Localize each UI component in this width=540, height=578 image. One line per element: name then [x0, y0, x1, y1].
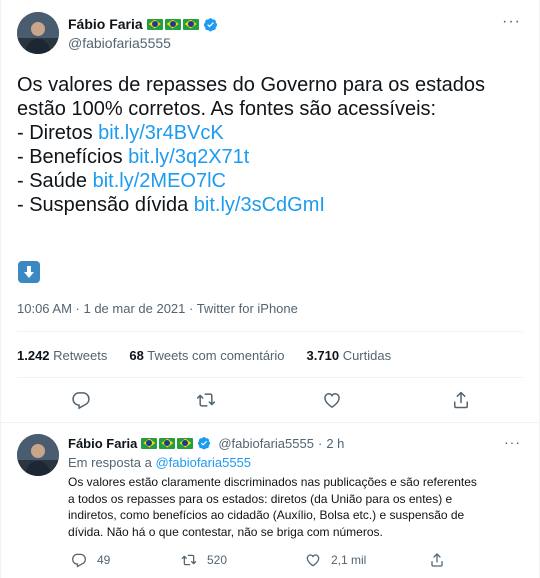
brazil-flag-icon [141, 437, 158, 449]
brazil-flag-icon [177, 437, 194, 449]
source-link-suspensao-divida[interactable]: bit.ly/3sCdGmI [194, 194, 325, 216]
more-horizontal-icon[interactable]: ··· [504, 434, 521, 450]
reply-time[interactable]: 2 h [326, 436, 344, 451]
retweet-icon[interactable] [196, 390, 216, 410]
reply-header: Fábio Faria @fabiofaria5555 · 2 h [68, 435, 344, 451]
reply-icon[interactable] [71, 390, 91, 410]
tweet-text-line: estão 100% corretos. As fontes são acess… [17, 98, 437, 120]
tweet-stats: 1.242 Retweets 68 Tweets com comentário … [17, 348, 391, 363]
reply-author-name[interactable]: Fábio Faria [68, 436, 137, 451]
brazil-flag-icon [146, 18, 163, 30]
brazil-flags-emoji [146, 18, 199, 30]
share-icon[interactable] [451, 390, 471, 410]
in-reply-prefix: Em resposta a [68, 455, 156, 470]
in-reply-to: Em resposta a @fabiofaria5555 [68, 455, 251, 470]
reply-icon [72, 553, 86, 568]
divider [17, 331, 523, 332]
more-horizontal-icon[interactable]: ··· [502, 13, 521, 31]
like-heart-icon [306, 554, 320, 567]
brazil-flag-icon [159, 437, 176, 449]
share-icon [431, 553, 443, 567]
reply-text-line: Os valores estão claramente discriminado… [68, 475, 477, 489]
retweets-count: 1.242 [17, 348, 50, 363]
in-reply-handle-link[interactable]: @fabiofaria5555 [155, 455, 251, 470]
likes-stat[interactable]: 3.710 Curtidas [307, 348, 392, 363]
verified-badge-icon [198, 437, 211, 450]
tweet-list-item: - Diretos bit.ly/3r4BVcK [17, 121, 527, 145]
share-action[interactable] [429, 552, 445, 568]
likes-count: 3.710 [306, 348, 340, 363]
tweet-text-line: Os valores de repasses do Governo para o… [17, 74, 486, 96]
tweet-time[interactable]: 10:06 AM · 1 de mar de 2021 · [17, 301, 197, 316]
list-item-label: - Suspensão dívida [17, 194, 194, 216]
tweet-list-item: - Suspensão dívida bit.ly/3sCdGmI [17, 193, 527, 217]
quote-tweets-label: Tweets com comentário [147, 348, 285, 363]
tweet-action-bar [1, 390, 540, 412]
likes-label: Curtidas [342, 348, 392, 363]
source-link-beneficios[interactable]: bit.ly/3q2X71t [128, 146, 249, 168]
quote-tweets-stat[interactable]: 68 Tweets com comentário [129, 348, 284, 363]
like-action[interactable]: 2,1 mil [305, 552, 366, 568]
reply-text: Os valores estão claramente discriminado… [68, 474, 518, 540]
reply-action[interactable]: 49 [71, 552, 110, 568]
tweet-detail-panel: Fábio Faria @fabiofaria5555 ··· Os valor… [0, 0, 540, 578]
reply-author-handle[interactable]: @fabiofaria5555 [218, 436, 314, 451]
brazil-flags-emoji [141, 437, 194, 449]
retweet-count: 520 [207, 553, 228, 567]
quote-tweets-count: 68 [129, 348, 144, 363]
tweet-list-item: - Saúde bit.ly/2MEO7lC [17, 169, 527, 193]
verified-badge-icon [203, 17, 217, 31]
reply-count: 49 [97, 553, 111, 567]
list-item-label: - Saúde [17, 170, 93, 192]
list-item-label: - Diretos [17, 122, 99, 144]
divider [17, 377, 523, 378]
reply-text-line: a todos os repasses para os estados: dir… [68, 491, 453, 506]
reply-author-avatar[interactable] [17, 434, 59, 476]
author-avatar[interactable] [17, 12, 59, 54]
retweets-label: Retweets [53, 348, 108, 363]
tweet-text: Os valores de repasses do Governo para o… [17, 73, 527, 217]
brazil-flag-icon [164, 18, 181, 30]
retweet-action[interactable]: 520 [181, 552, 227, 568]
tweet-list-item: - Benefícios bit.ly/3q2X71t [17, 145, 527, 169]
source-link-diretos[interactable]: bit.ly/3r4BVcK [98, 122, 224, 144]
brazil-flag-icon [182, 18, 199, 30]
tweet-source[interactable]: Twitter for iPhone [197, 301, 298, 316]
separator-dot: · [317, 435, 323, 451]
divider [1, 422, 539, 423]
tweet-timestamp: 10:06 AM · 1 de mar de 2021 · Twitter fo… [17, 301, 298, 316]
like-heart-icon[interactable] [322, 390, 342, 410]
retweet-icon [181, 554, 197, 566]
reply-text-line: indiretos, como benefícios ao cidadão (A… [68, 508, 465, 522]
down-arrow-emoji-icon [18, 261, 40, 283]
source-link-saude[interactable]: bit.ly/2MEO7lC [93, 170, 226, 192]
like-count: 2,1 mil [331, 553, 367, 567]
list-item-label: - Benefícios [17, 146, 129, 168]
author-handle[interactable]: @fabiofaria5555 [68, 35, 171, 51]
reply-text-line: dívida. Não há o que contestar, não se b… [68, 524, 383, 539]
author-name[interactable]: Fábio Faria [68, 16, 143, 32]
retweets-stat[interactable]: 1.242 Retweets [17, 348, 107, 363]
author-name-row: Fábio Faria [68, 15, 218, 33]
